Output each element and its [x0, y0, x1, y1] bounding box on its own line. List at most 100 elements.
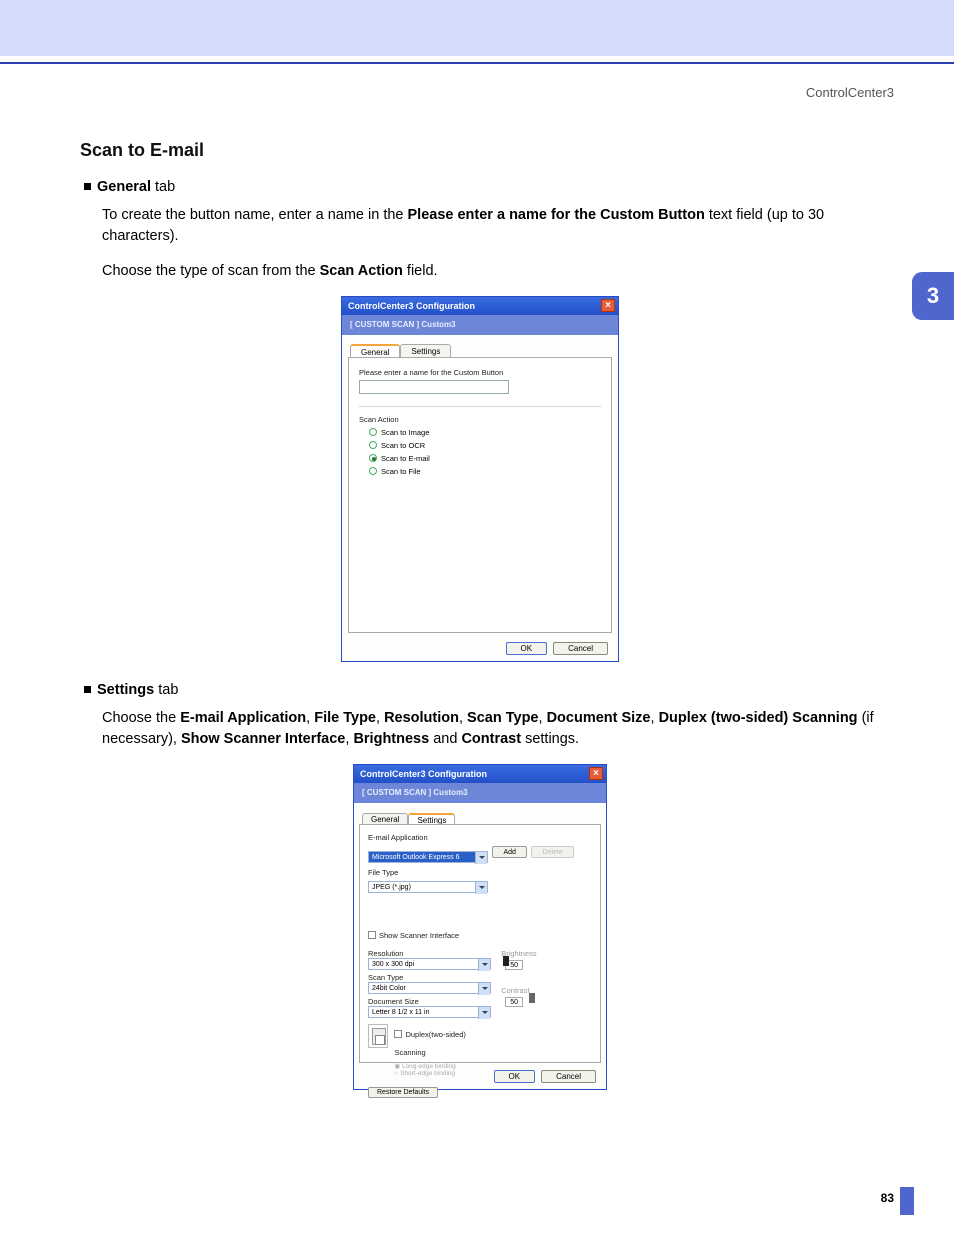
tab-panel-general: Please enter a name for the Custom Butto… [348, 357, 612, 633]
paragraph-1: To create the button name, enter a name … [102, 205, 880, 247]
page-number: 83 [881, 1191, 894, 1205]
p2-c: field. [403, 263, 438, 279]
p3-e: , [376, 710, 384, 726]
p3-c: , [306, 710, 314, 726]
dialog-breadcrumb-2: [ CUSTOM SCAN ] Custom3 [354, 783, 606, 803]
file-type-label: File Type [368, 868, 592, 877]
delete-button[interactable]: Delete [531, 846, 573, 858]
email-app-value: Microsoft Outlook Express 6 [372, 854, 460, 861]
p3-r: Contrast [461, 731, 521, 747]
chapter-tab: 3 [912, 272, 954, 320]
page-corner-mark [900, 1187, 914, 1215]
chevron-down-icon [475, 852, 487, 864]
scan-type-combo[interactable]: 24bit Color [368, 982, 491, 994]
p2-b: Scan Action [320, 263, 403, 279]
p3-k: , [651, 710, 659, 726]
doc-size-combo[interactable]: Letter 8 1/2 x 11 in [368, 1006, 491, 1018]
bullet-icon [84, 686, 91, 693]
dialog-titlebar: ControlCenter3 Configuration × [342, 297, 618, 315]
section-title: Scan to E-mail [80, 140, 880, 161]
duplex-icon [368, 1024, 388, 1048]
p2-a: Choose the type of scan from the [102, 263, 320, 279]
tab-panel-settings: E-mail Application Microsoft Outlook Exp… [359, 824, 601, 1063]
radio-label: Scan to File [381, 467, 421, 476]
chevron-down-icon [478, 959, 490, 971]
resolution-value: 300 x 300 dpi [372, 961, 414, 968]
contrast-label: Contrast [501, 986, 592, 995]
duplex-section: Duplex(two-sided) Scanning ◉ Long-edge b… [368, 1024, 491, 1077]
doc-size-label: Document Size [368, 997, 491, 1006]
paragraph-3: Choose the E-mail Application, File Type… [102, 708, 880, 750]
radio-icon [369, 454, 377, 462]
radio-label: Scan to E-mail [381, 454, 430, 463]
content-area: Scan to E-mail General tab To create the… [80, 140, 880, 1090]
checkbox-icon [394, 1030, 402, 1038]
two-columns: Resolution 300 x 300 dpi Scan Type 24bit… [368, 949, 592, 1077]
top-rule [0, 62, 954, 64]
short-edge-label: Short-edge binding [400, 1070, 455, 1077]
cancel-button[interactable]: Cancel [541, 1070, 596, 1083]
duplex-checkbox-row[interactable]: Duplex(two-sided) Scanning [394, 1024, 491, 1060]
p3-g: , [459, 710, 467, 726]
radio-scan-to-ocr[interactable]: Scan to OCR [369, 441, 601, 450]
dialog-title: ControlCenter3 Configuration [348, 301, 475, 311]
show-scanner-label: Show Scanner Interface [379, 931, 459, 940]
dialog-title-2: ControlCenter3 Configuration [360, 769, 487, 779]
short-edge-radio: ○ Short-edge binding [394, 1070, 491, 1077]
contrast-value[interactable]: 50 [505, 997, 523, 1007]
ok-button[interactable]: OK [494, 1070, 536, 1083]
brightness-row: 50 [501, 958, 592, 976]
p3-a: Choose the [102, 710, 180, 726]
bullet-settings-tab: Settings tab [84, 682, 880, 698]
radio-scan-to-image[interactable]: Scan to Image [369, 428, 601, 437]
radio-label: Scan to Image [381, 428, 429, 437]
radio-icon [369, 441, 377, 449]
dialog-titlebar-2: ControlCenter3 Configuration × [354, 765, 606, 783]
name-field-label: Please enter a name for the Custom Butto… [359, 368, 601, 377]
chevron-down-icon [475, 882, 487, 894]
button-row-2: OK Cancel [494, 1070, 596, 1083]
dialog-body-2: GeneralSettings E-mail Application Micro… [354, 803, 606, 1089]
radio-icon [369, 428, 377, 436]
email-app-row: Microsoft Outlook Express 6 Add Delete [368, 846, 592, 864]
add-button[interactable]: Add [492, 846, 526, 858]
p1-a: To create the button name, enter a name … [102, 207, 408, 223]
cancel-button[interactable]: Cancel [553, 642, 608, 655]
email-app-combo[interactable]: Microsoft Outlook Express 6 [368, 851, 488, 863]
scan-type-label: Scan Type [368, 973, 491, 982]
tab-settings[interactable]: Settings [400, 344, 451, 358]
long-edge-label: Long-edge binding [402, 1063, 456, 1070]
button-row: OK Cancel [506, 642, 608, 655]
resolution-combo[interactable]: 300 x 300 dpi [368, 958, 491, 970]
radio-scan-to-file[interactable]: Scan to File [369, 467, 601, 476]
bullet-icon [84, 183, 91, 190]
p3-n: Show Scanner Interface [181, 731, 345, 747]
p3-d: File Type [314, 710, 376, 726]
dialog-body: GeneralSettings Please enter a name for … [342, 335, 618, 661]
brightness-label: Brightness [501, 949, 592, 958]
p3-s: settings. [521, 731, 579, 747]
tab-suffix-2: tab [154, 682, 178, 698]
radio-scan-to-email[interactable]: Scan to E-mail [369, 454, 601, 463]
show-scanner-row[interactable]: Show Scanner Interface [368, 925, 592, 943]
bullet-general-tab: General tab [84, 179, 880, 195]
close-icon[interactable]: × [589, 767, 603, 780]
file-type-combo[interactable]: JPEG (*.jpg) [368, 881, 488, 893]
ok-button[interactable]: OK [506, 642, 548, 655]
scan-type-value: 24bit Color [372, 985, 406, 992]
name-input[interactable] [359, 380, 509, 394]
scan-action-label: Scan Action [359, 415, 601, 424]
p3-h: Scan Type [467, 710, 538, 726]
long-edge-radio: ◉ Long-edge binding [394, 1062, 491, 1070]
slider-thumb-icon [503, 956, 509, 966]
chevron-down-icon [478, 983, 490, 995]
file-type-value: JPEG (*.jpg) [372, 884, 411, 891]
restore-defaults-button[interactable]: Restore Defaults [368, 1087, 438, 1098]
right-column: Brightness 50 Contrast 50 [501, 949, 592, 1077]
doc-size-value: Letter 8 1/2 x 11 in [372, 1009, 429, 1016]
dialog-general: ControlCenter3 Configuration × [ CUSTOM … [341, 296, 619, 662]
dialog-settings: ControlCenter3 Configuration × [ CUSTOM … [353, 764, 607, 1090]
close-icon[interactable]: × [601, 299, 615, 312]
checkbox-icon [368, 931, 376, 939]
general-label: General [97, 179, 151, 195]
